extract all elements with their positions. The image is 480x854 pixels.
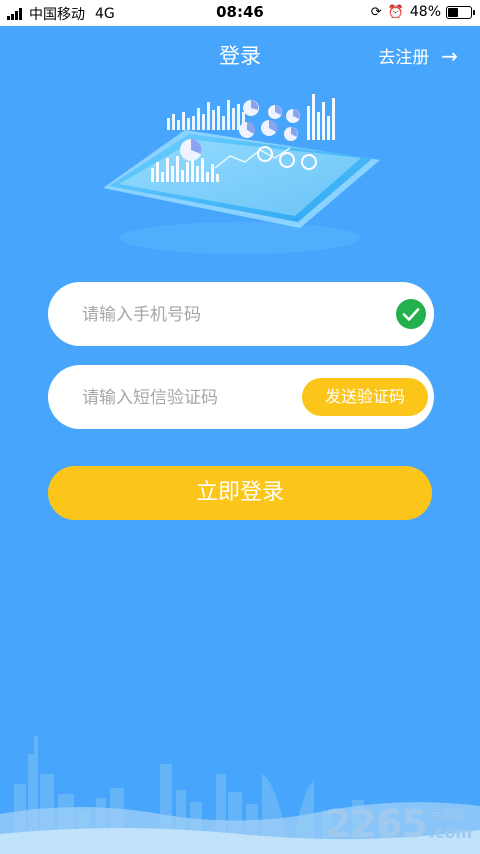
watermark-number: 2265 (325, 802, 428, 846)
check-icon (396, 299, 426, 329)
sms-code-input[interactable] (80, 365, 334, 431)
rotation-lock-icon: ⟳ (370, 4, 382, 20)
battery-level-fill (448, 7, 458, 17)
data-tablet-illustration (103, 94, 380, 254)
checkmark-glyph (402, 308, 420, 321)
phone-field[interactable] (48, 282, 434, 348)
login-button[interactable]: 立即登录 (48, 466, 432, 520)
send-code-button[interactable]: 发送验证码 (302, 378, 428, 416)
arrow-right-icon[interactable]: → (441, 44, 458, 68)
site-watermark: 2265 手游网 .com (325, 802, 472, 846)
battery-percent: 48% (409, 4, 441, 20)
phone-input[interactable] (80, 282, 334, 348)
status-right: ⟳ ⏰ 48% (370, 4, 475, 20)
register-link[interactable]: 去注册 → (378, 43, 458, 69)
status-bar: 中国移动 4G 08:46 ⟳ ⏰ 48% (0, 0, 480, 26)
alarm-icon: ⏰ (387, 4, 404, 20)
watermark-side: 手游网 .com (429, 806, 472, 842)
register-label[interactable]: 去注册 (378, 43, 429, 68)
watermark-site-name: 手游网 (428, 808, 465, 822)
sms-code-field[interactable]: 发送验证码 (48, 365, 434, 431)
battery-icon (446, 5, 475, 19)
watermark-domain: .com (428, 823, 472, 842)
